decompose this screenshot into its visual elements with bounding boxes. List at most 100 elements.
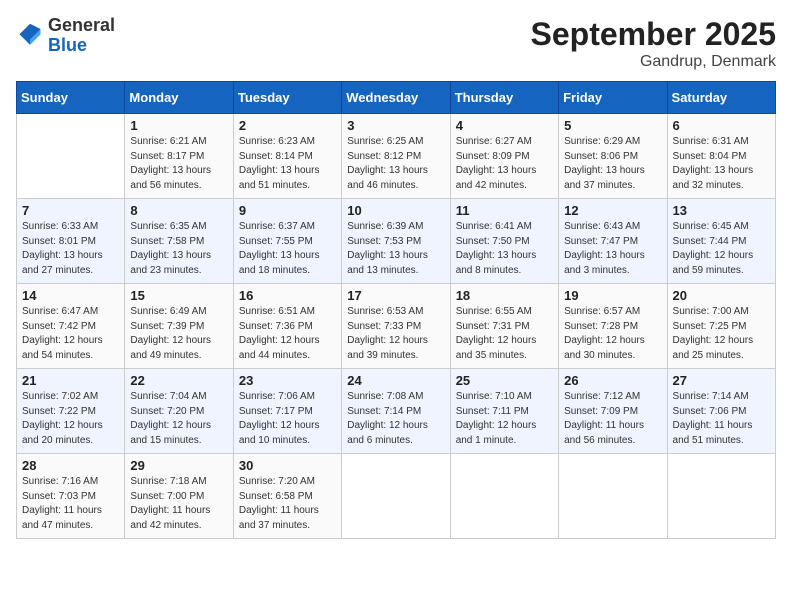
day-number: 11 bbox=[456, 203, 553, 218]
logo-blue-text: Blue bbox=[48, 36, 115, 56]
day-info: Sunrise: 6:43 AM Sunset: 7:47 PM Dayligh… bbox=[564, 220, 661, 278]
calendar-cell: 25Sunrise: 7:10 AM Sunset: 7:11 PM Dayli… bbox=[450, 369, 558, 454]
day-number: 21 bbox=[22, 373, 119, 388]
weekday-header-saturday: Saturday bbox=[667, 82, 775, 114]
day-number: 9 bbox=[239, 203, 336, 218]
calendar-cell: 1 Sunrise: 6:21 AM Sunset: 8:17 PM Daylig… bbox=[125, 114, 233, 199]
day-info: Sunrise: 7:08 AM Sunset: 7:14 PM Dayligh… bbox=[347, 390, 444, 448]
calendar-week-row: 21 Sunrise: 7:02 AM Sunset: 7:22 PM Dayli… bbox=[17, 369, 776, 454]
calendar-cell: 21 Sunrise: 7:02 AM Sunset: 7:22 PM Dayli… bbox=[17, 369, 125, 454]
day-number: 10 bbox=[347, 203, 444, 218]
day-info: Sunrise: 6:29 AM Sunset: 8:06 PM Dayligh… bbox=[564, 135, 661, 193]
calendar-cell: 3 Sunrise: 6:25 AM Sunset: 8:12 PM Daylig… bbox=[342, 114, 450, 199]
day-info: Sunrise: 6:55 AM Sunset: 7:31 PM Dayligh… bbox=[456, 305, 553, 363]
weekday-header-monday: Monday bbox=[125, 82, 233, 114]
day-number: 7 bbox=[22, 203, 119, 218]
calendar-cell: 27Sunrise: 7:14 AM Sunset: 7:06 PM Dayli… bbox=[667, 369, 775, 454]
weekday-header-friday: Friday bbox=[559, 82, 667, 114]
day-number: 25 bbox=[456, 373, 553, 388]
calendar-cell: 22Sunrise: 7:04 AM Sunset: 7:20 PM Dayli… bbox=[125, 369, 233, 454]
calendar-cell bbox=[342, 454, 450, 539]
day-info: Sunrise: 6:21 AM Sunset: 8:17 PM Dayligh… bbox=[130, 135, 227, 193]
day-number: 13 bbox=[673, 203, 770, 218]
day-info: Sunrise: 6:37 AM Sunset: 7:55 PM Dayligh… bbox=[239, 220, 336, 278]
calendar-cell: 17 Sunrise: 6:53 AM Sunset: 7:33 PM Dayli… bbox=[342, 284, 450, 369]
calendar-cell: 19Sunrise: 6:57 AM Sunset: 7:28 PM Dayli… bbox=[559, 284, 667, 369]
day-number: 29 bbox=[130, 458, 227, 473]
day-info: Sunrise: 6:35 AM Sunset: 7:58 PM Dayligh… bbox=[130, 220, 227, 278]
day-info: Sunrise: 6:51 AM Sunset: 7:36 PM Dayligh… bbox=[239, 305, 336, 363]
calendar-cell: 23 Sunrise: 7:06 AM Sunset: 7:17 PM Dayli… bbox=[233, 369, 341, 454]
weekday-header-wednesday: Wednesday bbox=[342, 82, 450, 114]
weekday-header-sunday: Sunday bbox=[17, 82, 125, 114]
month-title: September 2025 bbox=[531, 16, 776, 53]
calendar-cell bbox=[667, 454, 775, 539]
calendar-cell: 4 Sunrise: 6:27 AM Sunset: 8:09 PM Daylig… bbox=[450, 114, 558, 199]
weekday-header-thursday: Thursday bbox=[450, 82, 558, 114]
day-number: 12 bbox=[564, 203, 661, 218]
day-info: Sunrise: 7:06 AM Sunset: 7:17 PM Dayligh… bbox=[239, 390, 336, 448]
calendar-table: SundayMondayTuesdayWednesdayThursdayFrid… bbox=[16, 81, 776, 539]
day-number: 26 bbox=[564, 373, 661, 388]
day-number: 20 bbox=[673, 288, 770, 303]
day-info: Sunrise: 7:20 AM Sunset: 6:58 PM Dayligh… bbox=[239, 475, 336, 533]
day-info: Sunrise: 6:57 AM Sunset: 7:28 PM Dayligh… bbox=[564, 305, 661, 363]
calendar-cell: 10 Sunrise: 6:39 AM Sunset: 7:53 PM Dayli… bbox=[342, 199, 450, 284]
day-info: Sunrise: 7:16 AM Sunset: 7:03 PM Dayligh… bbox=[22, 475, 119, 533]
day-info: Sunrise: 6:41 AM Sunset: 7:50 PM Dayligh… bbox=[456, 220, 553, 278]
calendar-cell: 13 Sunrise: 6:45 AM Sunset: 7:44 PM Dayli… bbox=[667, 199, 775, 284]
day-info: Sunrise: 6:33 AM Sunset: 8:01 PM Dayligh… bbox=[22, 220, 119, 278]
day-number: 22 bbox=[130, 373, 227, 388]
calendar-cell: 29 Sunrise: 7:18 AM Sunset: 7:00 PM Dayli… bbox=[125, 454, 233, 539]
calendar-cell bbox=[450, 454, 558, 539]
calendar-week-row: 7 Sunrise: 6:33 AM Sunset: 8:01 PM Daylig… bbox=[17, 199, 776, 284]
page-header: General Blue September 2025 Gandrup, Den… bbox=[16, 16, 776, 71]
calendar-cell: 28Sunrise: 7:16 AM Sunset: 7:03 PM Dayli… bbox=[17, 454, 125, 539]
logo-icon bbox=[16, 22, 44, 50]
weekday-header-tuesday: Tuesday bbox=[233, 82, 341, 114]
weekday-row: SundayMondayTuesdayWednesdayThursdayFrid… bbox=[17, 82, 776, 114]
day-number: 8 bbox=[130, 203, 227, 218]
day-info: Sunrise: 6:25 AM Sunset: 8:12 PM Dayligh… bbox=[347, 135, 444, 193]
logo-general-text: General bbox=[48, 16, 115, 36]
day-info: Sunrise: 6:49 AM Sunset: 7:39 PM Dayligh… bbox=[130, 305, 227, 363]
title-block: September 2025 Gandrup, Denmark bbox=[531, 16, 776, 71]
day-info: Sunrise: 7:00 AM Sunset: 7:25 PM Dayligh… bbox=[673, 305, 770, 363]
day-number: 17 bbox=[347, 288, 444, 303]
calendar-body: 1 Sunrise: 6:21 AM Sunset: 8:17 PM Daylig… bbox=[17, 114, 776, 539]
calendar-cell: 20 Sunrise: 7:00 AM Sunset: 7:25 PM Dayli… bbox=[667, 284, 775, 369]
calendar-cell: 30 Sunrise: 7:20 AM Sunset: 6:58 PM Dayli… bbox=[233, 454, 341, 539]
day-info: Sunrise: 6:53 AM Sunset: 7:33 PM Dayligh… bbox=[347, 305, 444, 363]
calendar-cell bbox=[17, 114, 125, 199]
calendar-cell bbox=[559, 454, 667, 539]
calendar-cell: 26Sunrise: 7:12 AM Sunset: 7:09 PM Dayli… bbox=[559, 369, 667, 454]
calendar-cell: 24 Sunrise: 7:08 AM Sunset: 7:14 PM Dayli… bbox=[342, 369, 450, 454]
calendar-week-row: 1 Sunrise: 6:21 AM Sunset: 8:17 PM Daylig… bbox=[17, 114, 776, 199]
day-info: Sunrise: 6:39 AM Sunset: 7:53 PM Dayligh… bbox=[347, 220, 444, 278]
day-info: Sunrise: 6:27 AM Sunset: 8:09 PM Dayligh… bbox=[456, 135, 553, 193]
day-number: 30 bbox=[239, 458, 336, 473]
day-info: Sunrise: 6:31 AM Sunset: 8:04 PM Dayligh… bbox=[673, 135, 770, 193]
calendar-cell: 18Sunrise: 6:55 AM Sunset: 7:31 PM Dayli… bbox=[450, 284, 558, 369]
calendar-cell: 8 Sunrise: 6:35 AM Sunset: 7:58 PM Daylig… bbox=[125, 199, 233, 284]
calendar-cell: 16Sunrise: 6:51 AM Sunset: 7:36 PM Dayli… bbox=[233, 284, 341, 369]
day-info: Sunrise: 7:02 AM Sunset: 7:22 PM Dayligh… bbox=[22, 390, 119, 448]
day-number: 3 bbox=[347, 118, 444, 133]
location-title: Gandrup, Denmark bbox=[531, 53, 776, 71]
calendar-cell: 14Sunrise: 6:47 AM Sunset: 7:42 PM Dayli… bbox=[17, 284, 125, 369]
day-info: Sunrise: 6:45 AM Sunset: 7:44 PM Dayligh… bbox=[673, 220, 770, 278]
day-number: 24 bbox=[347, 373, 444, 388]
day-number: 4 bbox=[456, 118, 553, 133]
day-number: 23 bbox=[239, 373, 336, 388]
day-info: Sunrise: 7:14 AM Sunset: 7:06 PM Dayligh… bbox=[673, 390, 770, 448]
calendar-cell: 2 Sunrise: 6:23 AM Sunset: 8:14 PM Daylig… bbox=[233, 114, 341, 199]
day-number: 15 bbox=[130, 288, 227, 303]
calendar-cell: 9 Sunrise: 6:37 AM Sunset: 7:55 PM Daylig… bbox=[233, 199, 341, 284]
day-number: 1 bbox=[130, 118, 227, 133]
day-number: 2 bbox=[239, 118, 336, 133]
calendar-cell: 7 Sunrise: 6:33 AM Sunset: 8:01 PM Daylig… bbox=[17, 199, 125, 284]
day-info: Sunrise: 7:18 AM Sunset: 7:00 PM Dayligh… bbox=[130, 475, 227, 533]
day-info: Sunrise: 6:23 AM Sunset: 8:14 PM Dayligh… bbox=[239, 135, 336, 193]
calendar-cell: 6Sunrise: 6:31 AM Sunset: 8:04 PM Daylig… bbox=[667, 114, 775, 199]
day-number: 5 bbox=[564, 118, 661, 133]
